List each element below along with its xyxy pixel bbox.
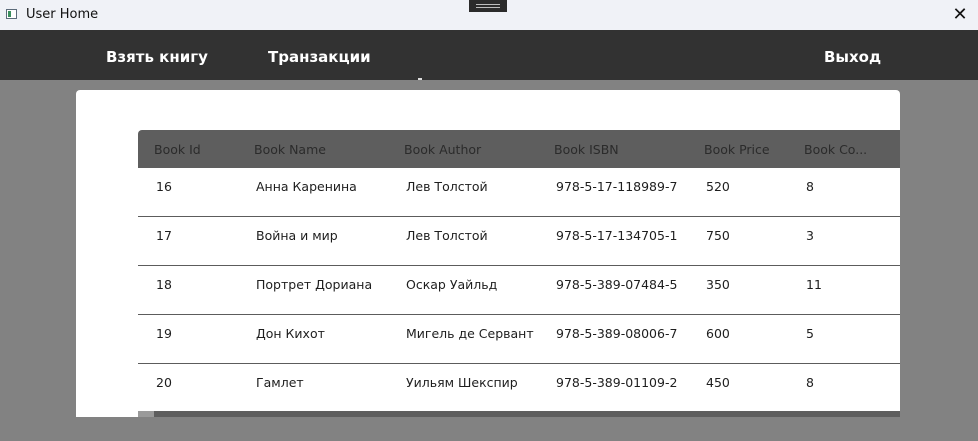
drag-handle[interactable] xyxy=(469,0,507,12)
cell-book-count: 5 xyxy=(806,326,814,341)
column-header-book-isbn[interactable]: Book ISBN xyxy=(554,130,694,168)
column-header-book-price[interactable]: Book Price xyxy=(704,130,794,168)
table-row[interactable]: 17 Война и мир Лев Толстой 978-5-17-1347… xyxy=(138,217,900,266)
horizontal-scrollbar[interactable] xyxy=(138,411,900,417)
table-row[interactable]: 19 Дон Кихот Мигель де Сервант 978-5-389… xyxy=(138,315,900,364)
nav-exit[interactable]: Выход xyxy=(824,30,881,80)
cell-book-price: 450 xyxy=(706,375,730,390)
cell-book-name: Анна Каренина xyxy=(256,179,357,194)
cell-book-id: 20 xyxy=(156,375,172,390)
cell-book-price: 600 xyxy=(706,326,730,341)
column-header-book-author[interactable]: Book Author xyxy=(404,130,544,168)
cell-book-author: Лев Толстой xyxy=(406,228,488,243)
cell-book-id: 19 xyxy=(156,326,172,341)
cell-book-isbn: 978-5-17-118989-7 xyxy=(556,179,678,194)
cell-book-id: 17 xyxy=(156,228,172,243)
cell-book-count: 8 xyxy=(806,375,814,390)
table-header: Book Id Book Name Book Author Book ISBN … xyxy=(138,130,900,168)
close-button[interactable]: ✕ xyxy=(948,3,972,27)
cell-book-isbn: 978-5-389-01109-2 xyxy=(556,375,678,390)
cell-book-count: 8 xyxy=(806,179,814,194)
navbar: Взять книгу Транзакции Выход xyxy=(0,30,978,80)
cell-book-name: Война и мир xyxy=(256,228,338,243)
table-row[interactable]: 16 Анна Каренина Лев Толстой 978-5-17-11… xyxy=(138,168,900,217)
column-header-book-count[interactable]: Book Co... xyxy=(804,130,894,168)
cell-book-price: 520 xyxy=(706,179,730,194)
cell-book-count: 3 xyxy=(806,228,814,243)
cell-book-author: Мигель де Сервант xyxy=(406,326,534,341)
column-header-book-name[interactable]: Book Name xyxy=(254,130,370,168)
app-window-icon xyxy=(6,9,17,19)
title-bar: User Home ✕ xyxy=(0,0,978,31)
books-card: Book Id Book Name Book Author Book ISBN … xyxy=(76,90,900,417)
nav-borrow-book[interactable]: Взять книгу xyxy=(106,30,208,80)
cell-book-author: Оскар Уайльд xyxy=(406,277,498,292)
cell-book-isbn: 978-5-389-07484-5 xyxy=(556,277,678,292)
divider-mark xyxy=(418,78,422,80)
cell-book-price: 350 xyxy=(706,277,730,292)
cell-book-author: Уильям Шекспир xyxy=(406,375,518,390)
table-row[interactable]: 20 Гамлет Уильям Шекспир 978-5-389-01109… xyxy=(138,364,900,413)
cell-book-name: Гамлет xyxy=(256,375,304,390)
column-header-book-id[interactable]: Book Id xyxy=(154,130,244,168)
nav-transactions[interactable]: Транзакции xyxy=(268,30,371,80)
table-row[interactable]: 18 Портрет Дориана Г Оскар Уайльд 978-5-… xyxy=(138,266,900,315)
cell-book-isbn: 978-5-389-08006-7 xyxy=(556,326,678,341)
cell-book-isbn: 978-5-17-134705-1 xyxy=(556,228,678,243)
cell-book-author: Лев Толстой xyxy=(406,179,488,194)
scrollbar-thumb[interactable] xyxy=(138,411,154,417)
window-title: User Home xyxy=(26,7,99,22)
cell-book-id: 18 xyxy=(156,277,172,292)
cell-book-name: Дон Кихот xyxy=(256,326,325,341)
cell-book-id: 16 xyxy=(156,179,172,194)
books-table: Book Id Book Name Book Author Book ISBN … xyxy=(138,130,900,417)
cell-book-count: 11 xyxy=(806,277,822,292)
cell-book-price: 750 xyxy=(706,228,730,243)
cell-book-name: Портрет Дориана Г xyxy=(256,277,372,292)
